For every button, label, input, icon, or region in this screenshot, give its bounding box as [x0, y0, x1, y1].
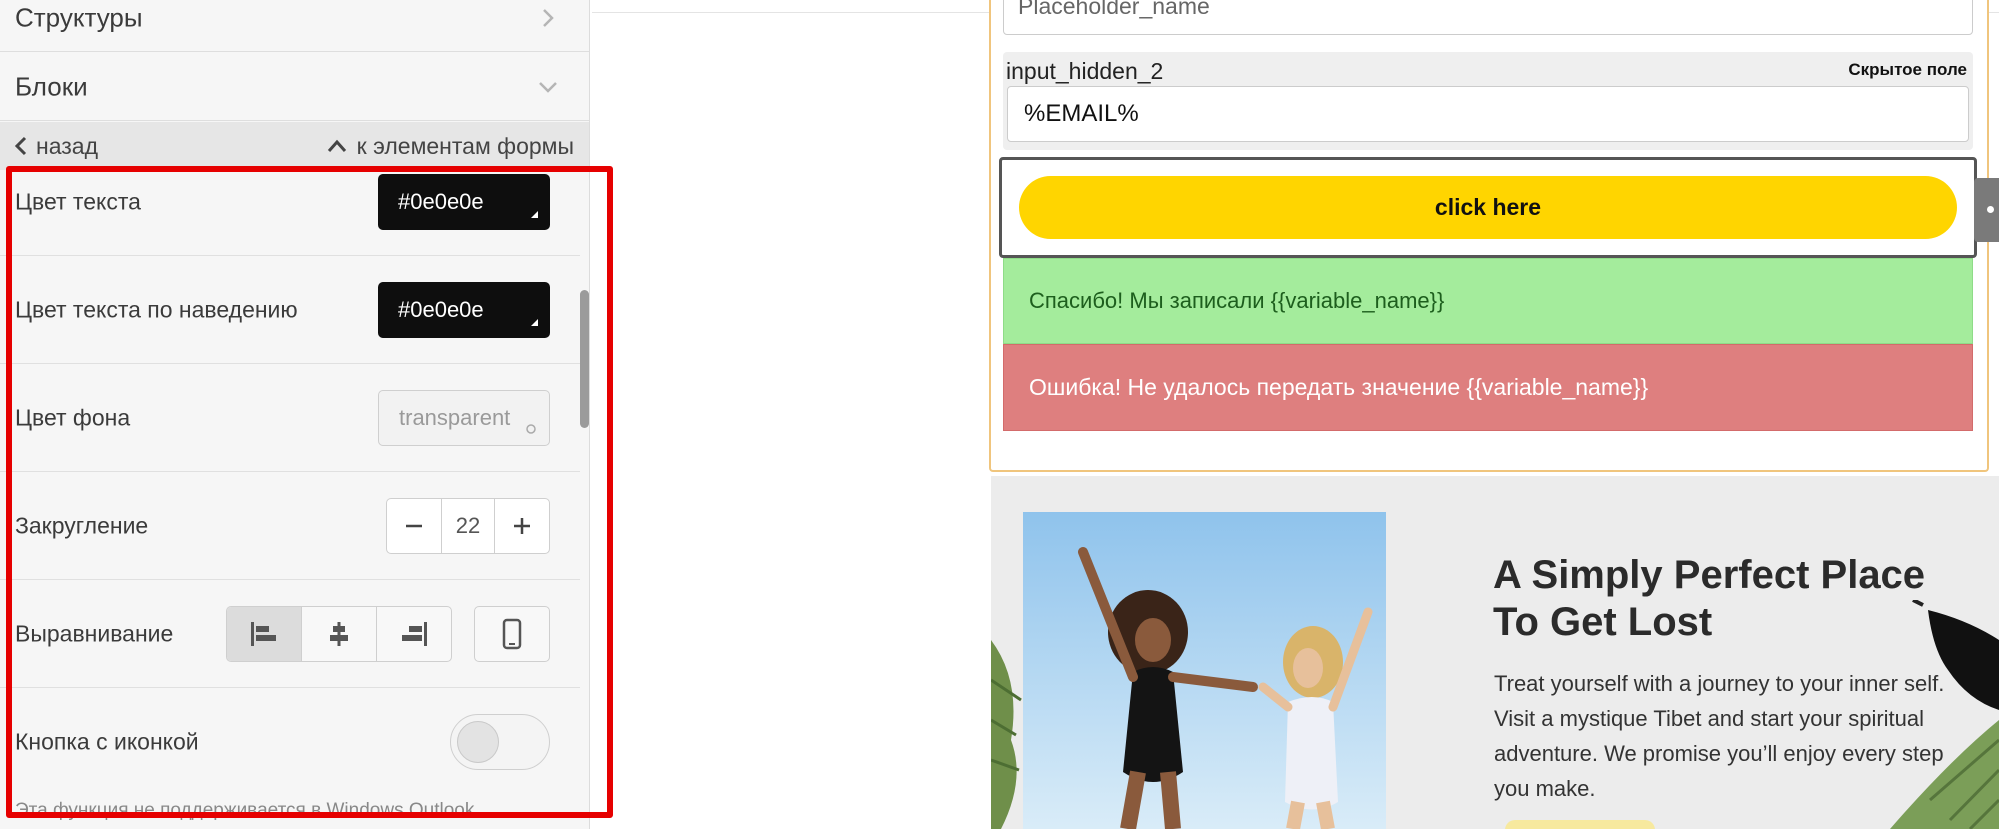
hover-text-color-picker[interactable]: #0e0e0e	[378, 282, 550, 338]
text-color-label: Цвет текста	[15, 188, 141, 215]
handle-dot-icon	[1987, 206, 1994, 213]
align-right-button[interactable]	[377, 607, 451, 661]
align-right-icon	[402, 622, 427, 646]
sunglasses-image	[1912, 600, 1999, 710]
plus-icon	[514, 518, 530, 534]
picker-corner-icon	[531, 211, 538, 218]
increment-button[interactable]	[495, 499, 549, 553]
minus-icon	[406, 524, 422, 528]
icon-button-label: Кнопка с иконкой	[15, 728, 199, 755]
side-handle[interactable]	[1974, 178, 1999, 242]
hero-photo	[1023, 512, 1386, 829]
rounding-value[interactable]: 22	[441, 499, 495, 553]
mobile-phone-icon	[502, 618, 522, 650]
hidden-field-value: %EMAIL%	[1024, 100, 1139, 127]
row-bg-color: Цвет фона transparent	[0, 364, 580, 472]
scrollbar-thumb[interactable]	[580, 290, 589, 428]
error-message: Ошибка! Не удалось передать значение {{v…	[1003, 344, 1973, 431]
text-color-value: #0e0e0e	[398, 189, 484, 214]
reset-icon	[526, 424, 536, 434]
hover-text-color-value: #0e0e0e	[398, 297, 484, 322]
rounding-label: Закругление	[15, 512, 149, 539]
row-hover-text-color: Цвет текста по наведению #0e0e0e	[0, 256, 580, 364]
align-left-button[interactable]	[227, 607, 302, 661]
click-here-button[interactable]: click here	[1019, 176, 1957, 239]
row-text-color: Цвет текста #0e0e0e	[0, 148, 580, 256]
decrement-button[interactable]	[387, 499, 441, 553]
scrollbar-track[interactable]	[578, 170, 589, 829]
icon-button-toggle[interactable]	[450, 714, 550, 770]
hidden-field-tag: Скрытое поле	[1848, 60, 1967, 79]
name-input-value: Placeholder_name	[1018, 0, 1210, 19]
picker-corner-icon	[531, 319, 538, 326]
row-icon-button: Кнопка с иконкой	[0, 688, 580, 796]
hero-title: A Simply Perfect Place To Get Lost	[1493, 553, 1926, 644]
name-input[interactable]: Placeholder_name	[1003, 0, 1973, 35]
rounding-stepper: 22	[386, 498, 550, 554]
bg-color-label: Цвет фона	[15, 404, 131, 431]
row-alignment: Выравнивание	[0, 580, 580, 688]
alignment-button-group	[226, 606, 452, 662]
bg-color-picker[interactable]: transparent	[378, 390, 550, 446]
mobile-alignment-button[interactable]	[474, 606, 550, 662]
text-color-picker[interactable]: #0e0e0e	[378, 174, 550, 230]
settings-panel: Структуры Блоки назад к элементам формы …	[0, 0, 590, 829]
bg-color-value: transparent	[399, 405, 511, 430]
row-rounding: Закругление 22	[0, 472, 580, 580]
outlook-note: Эта функция не поддерживается в Windows …	[15, 800, 475, 821]
accordion-structures-title: Структуры	[15, 2, 143, 32]
alignment-label: Выравнивание	[15, 620, 174, 647]
hidden-field-input[interactable]: %EMAIL%	[1007, 86, 1969, 142]
align-center-button[interactable]	[302, 607, 377, 661]
align-left-icon	[251, 622, 276, 646]
hidden-field-name: input_hidden_2	[1006, 58, 1164, 84]
accordion-blocks[interactable]: Блоки	[0, 53, 589, 121]
align-center-icon	[330, 622, 348, 646]
hero-cta-button[interactable]	[1505, 820, 1655, 829]
toggle-knob	[457, 721, 499, 763]
chevron-right-icon	[543, 8, 554, 27]
accordion-blocks-title: Блоки	[15, 71, 88, 101]
hover-text-color-label: Цвет текста по наведению	[15, 296, 298, 323]
chevron-down-icon	[539, 81, 557, 93]
success-message: Спасибо! Мы записали {{variable_name}}	[1003, 258, 1973, 344]
palm-leaf-right-image	[1890, 720, 1999, 829]
accordion-structures[interactable]: Структуры	[0, 0, 589, 52]
